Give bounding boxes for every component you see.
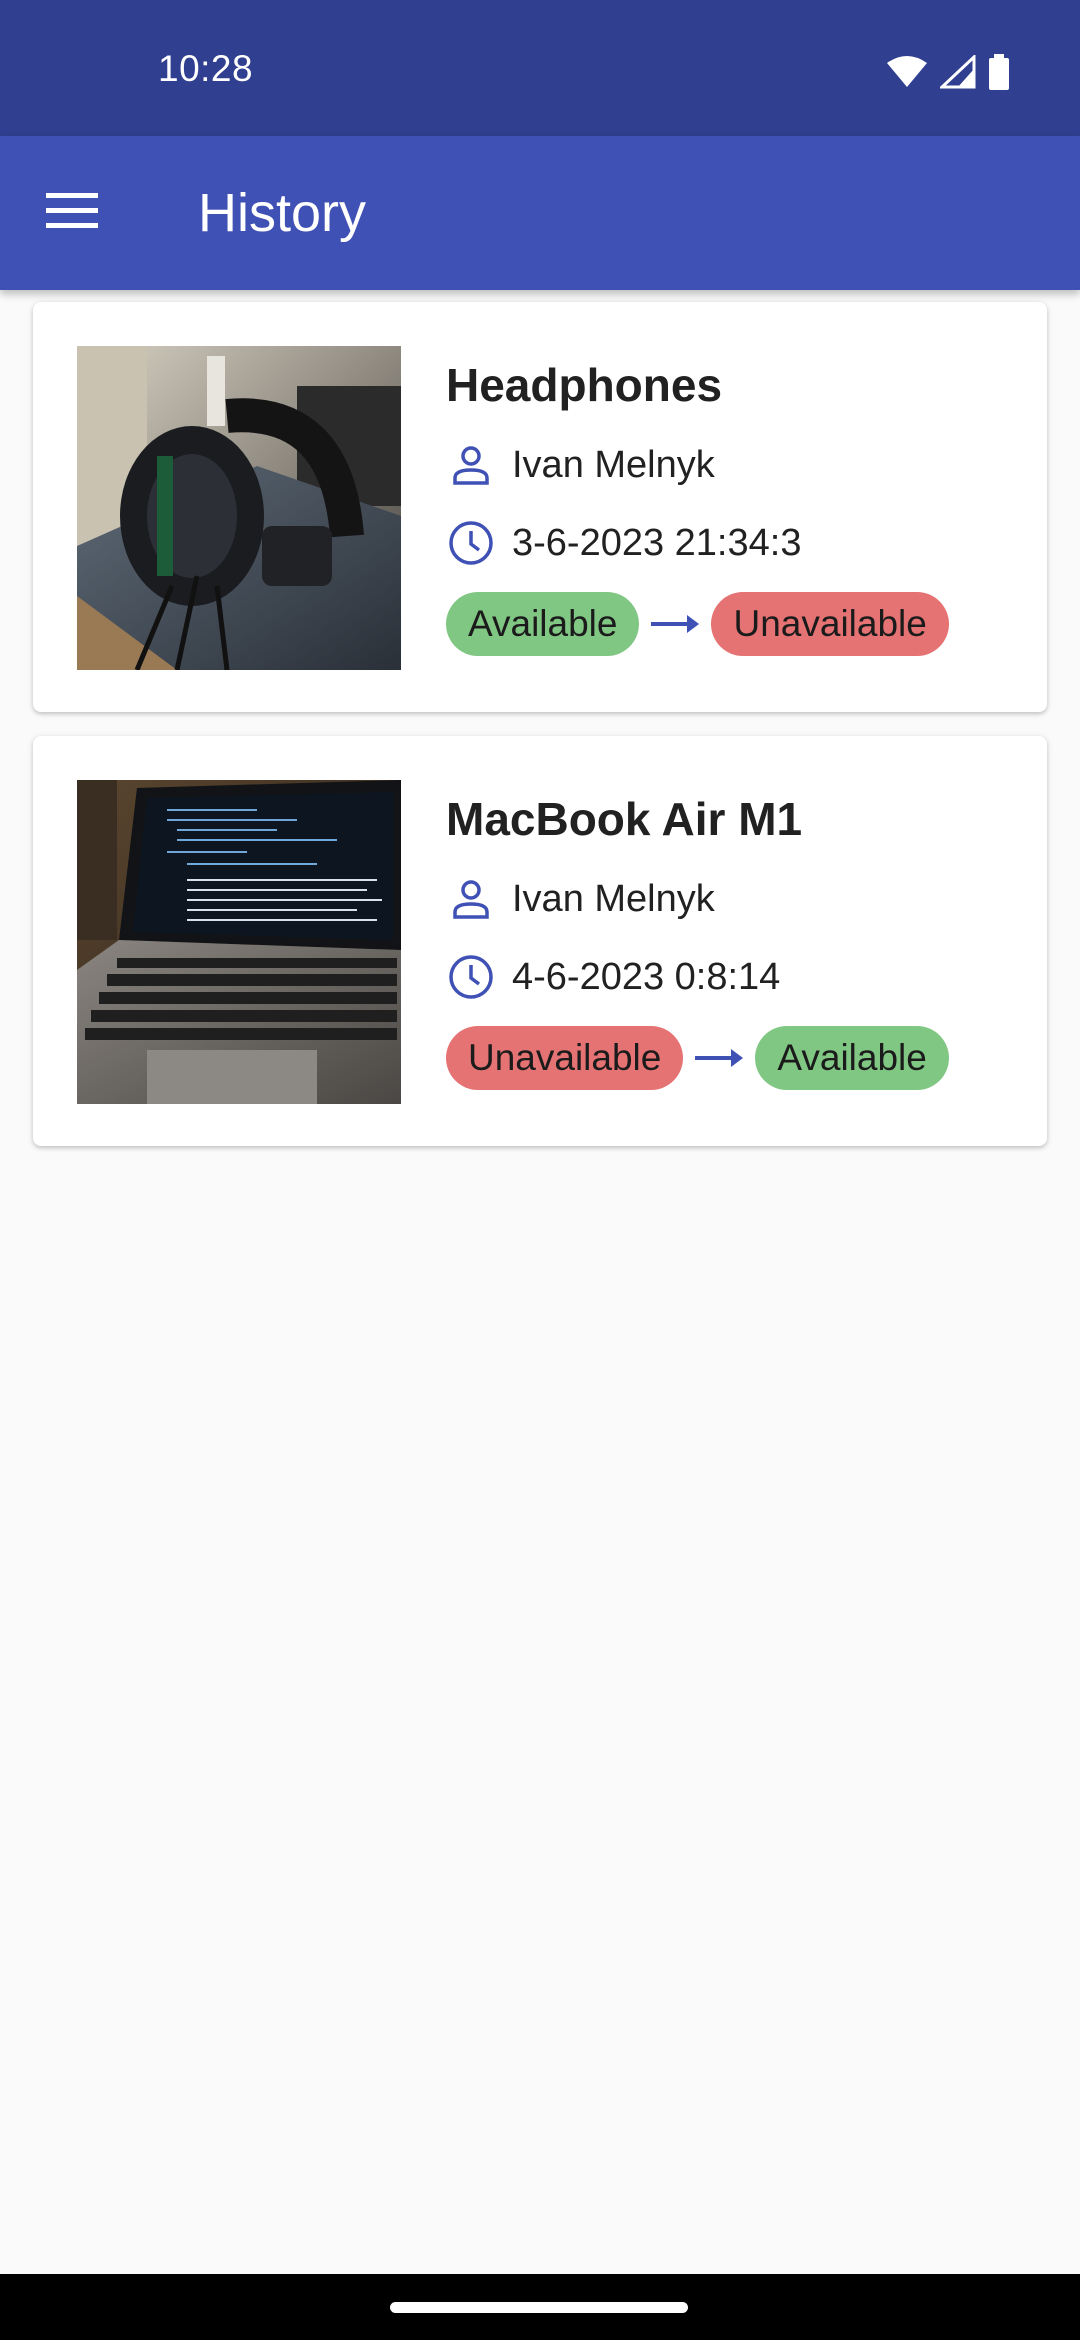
person-icon	[446, 440, 496, 490]
arrow-right-icon	[693, 1043, 745, 1073]
headphones-photo	[77, 346, 401, 670]
status-time: 10:28	[158, 48, 254, 89]
history-list: Headphones Ivan Melnyk 3-6-2023 21:34:3 …	[33, 302, 1047, 1170]
history-card[interactable]: MacBook Air M1 Ivan Melnyk 4-6-2023 0:8:…	[33, 736, 1047, 1146]
user-row: Ivan Melnyk	[446, 440, 715, 490]
time-row: 4-6-2023 0:8:14	[446, 952, 780, 1002]
page-title: History	[198, 183, 367, 243]
timestamp: 3-6-2023 21:34:3	[512, 521, 802, 564]
cell-signal-icon	[940, 55, 976, 89]
user-row: Ivan Melnyk	[446, 874, 715, 924]
from-status-badge: Available	[446, 592, 640, 656]
home-gesture-handle[interactable]	[390, 2302, 688, 2313]
clock-icon	[446, 952, 496, 1002]
from-status-badge: Unavailable	[446, 1026, 684, 1090]
arrow-right-icon	[649, 609, 701, 639]
timestamp: 4-6-2023 0:8:14	[512, 955, 781, 998]
battery-icon	[988, 54, 1010, 90]
status-change: Available Unavailable	[446, 592, 949, 656]
user-name: Ivan Melnyk	[512, 877, 715, 920]
user-name: Ivan Melnyk	[512, 443, 715, 486]
item-name: MacBook Air M1	[446, 793, 803, 845]
status-icons	[886, 54, 1010, 90]
status-bar: 10:28	[0, 0, 1080, 136]
menu-icon	[46, 192, 98, 234]
menu-button[interactable]	[32, 173, 112, 253]
status-change: Unavailable Available	[446, 1026, 949, 1090]
clock-icon	[446, 518, 496, 568]
app-bar: History	[0, 136, 1080, 290]
wifi-icon	[886, 55, 928, 89]
history-card[interactable]: Headphones Ivan Melnyk 3-6-2023 21:34:3 …	[33, 302, 1047, 712]
person-icon	[446, 874, 496, 924]
to-status-badge: Available	[755, 1026, 949, 1090]
navigation-bar	[0, 2274, 1080, 2340]
to-status-badge: Unavailable	[711, 592, 949, 656]
item-name: Headphones	[446, 359, 723, 411]
laptop-photo	[77, 780, 401, 1104]
time-row: 3-6-2023 21:34:3	[446, 518, 801, 568]
